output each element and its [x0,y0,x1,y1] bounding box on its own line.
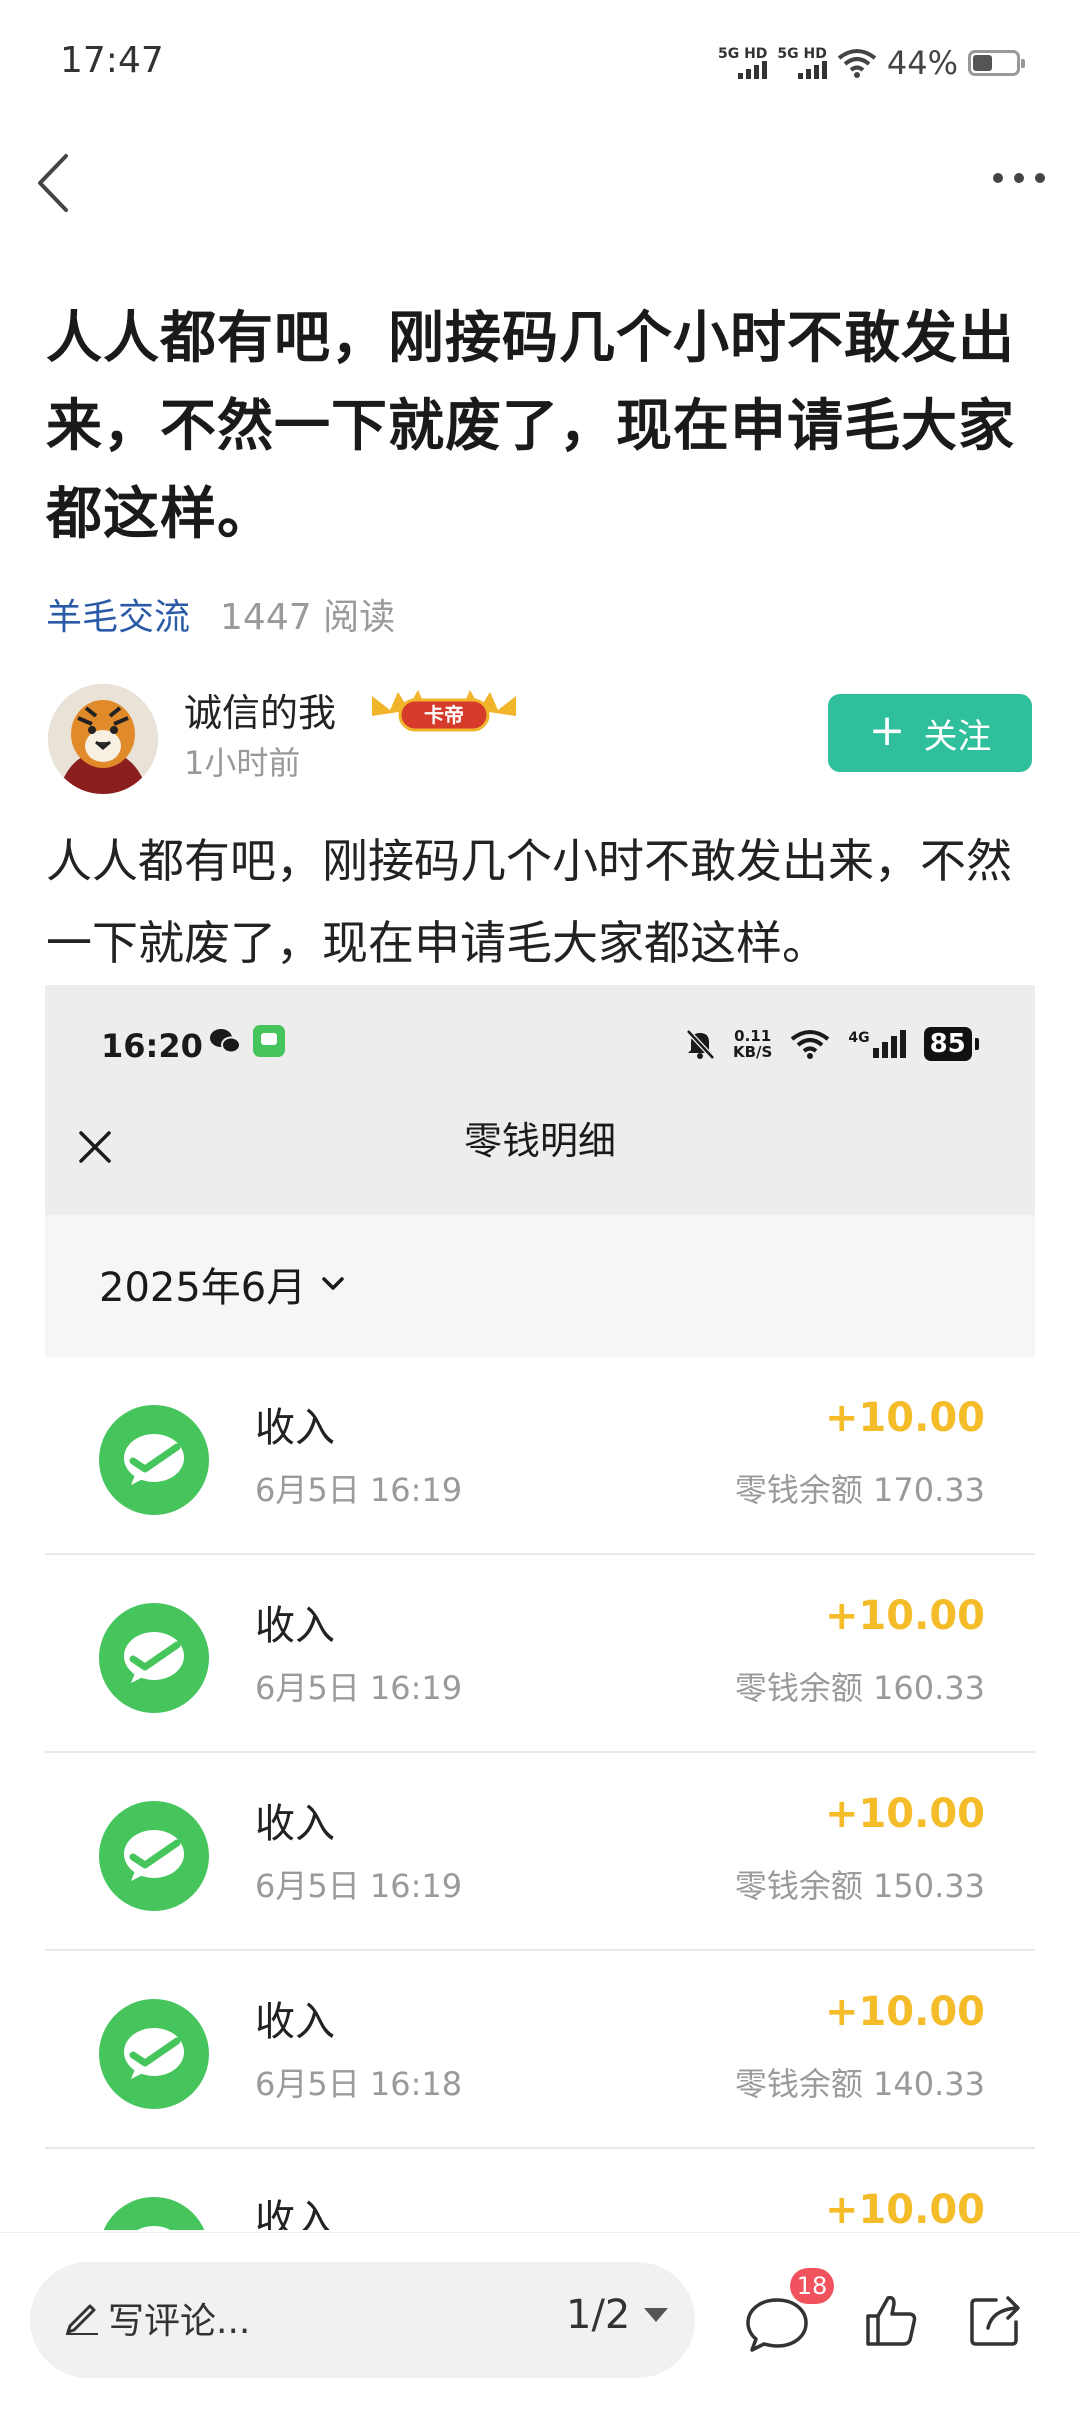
thumbs-up-icon[interactable] [862,2290,922,2350]
back-icon[interactable] [26,148,86,218]
signal-icon: 5G HD [777,47,827,79]
wechat-pay-icon [99,2197,209,2230]
avatar[interactable] [48,684,158,794]
wechat-pay-icon [99,1603,209,1713]
transaction-date: 6月5日 16:19 [255,1669,463,1707]
transaction-label: 收入 [255,1405,335,1451]
screenshot-title: 零钱明细 [463,1119,616,1163]
screenshot-battery: 85 [923,1027,979,1061]
wechat-icon [210,1029,241,1054]
post-body: 人人都有吧，刚接码几个小时不敢发出来，不然一下就废了，现在申请毛大家都这样。 [46,834,1012,970]
transaction-date: 6月5日 16:19 [255,1471,463,1509]
wifi-icon [837,49,877,78]
transaction-amount: +10.00 [824,1593,985,1639]
transaction-balance: 零钱余额 140.33 [734,2065,985,2103]
transaction-amount: +10.00 [824,1395,985,1441]
status-time: 17:47 [60,40,164,81]
transaction-label: 收入 [255,1603,335,1649]
wechat-pay-icon [99,1801,209,1911]
message-icon [253,1025,285,1057]
more-icon[interactable] [984,158,1054,198]
wechat-pay-icon [99,1405,209,1515]
plus-icon: + [868,705,906,756]
read-count: 1447 阅读 [220,597,396,638]
transaction-row: 收入 6月5日 16:18 +10.00 零钱余额 140.33 [45,1951,1035,2149]
screenshot-status-right: 0.11 KB/S 4G 85 [685,1021,979,1067]
transaction-date: 6月5日 16:19 [255,1867,463,1905]
transaction-amount: +10.00 [824,2187,985,2230]
signal-icon: 5G HD [718,47,768,79]
author-name[interactable]: 诚信的我 [184,682,336,737]
screenshot-header [45,985,1035,1215]
screenshot-time: 16:20 [101,1027,203,1065]
follow-button[interactable]: + 关注 [828,694,1032,772]
mute-icon [686,1029,715,1060]
transaction-amount: +10.00 [824,1989,985,2035]
share-icon[interactable] [966,2290,1026,2350]
transaction-label: 收入 [255,2197,335,2230]
battery-icon [968,50,1025,76]
transaction-balance: 零钱余额 170.33 [734,1471,985,1509]
transaction-row: 收入 6月5日 16:19 +10.00 零钱余额 170.33 [45,1357,1035,1555]
transaction-row: 收入 6月5日 16:19 +10.00 零钱余额 150.33 [45,1753,1035,1951]
transaction-row: 收入 6月5日 16:19 +10.00 零钱余额 160.33 [45,1555,1035,1753]
post-meta: 羊毛交流 1447 阅读 [46,588,395,640]
wechat-pay-icon [99,1999,209,2109]
transaction-balance: 零钱余额 150.33 [734,1867,985,1905]
comment-count-badge: 18 [790,2268,834,2304]
chevron-down-icon [322,1277,344,1290]
wifi-icon [791,1030,830,1059]
comment-icon[interactable] [744,2294,810,2354]
cell-signal-icon: 4G [848,1030,906,1058]
svg-text:卡帝: 卡帝 [424,703,464,727]
transaction-date: 6月5日 16:18 [255,2065,463,2103]
transaction-row: 收入 +10.00 [45,2149,1035,2230]
comment-placeholder: 写评论... [108,2301,251,2342]
dropdown-icon [644,2308,669,2322]
post-title: 人人都有吧，刚接码几个小时不敢发出来，不然一下就废了，现在申请毛大家都这样。 [46,306,1015,547]
network-speed: 0.11 KB/S [733,1027,773,1061]
pen-icon [66,2304,98,2335]
post-time: 1小时前 [184,744,301,782]
post-image[interactable]: 16:20 0.11 KB/S 4G 85 零钱明细 2025年6月 收入 6月… [45,985,1035,2230]
transaction-label: 收入 [255,1801,335,1847]
page-indicator[interactable]: 1/2 [566,2292,669,2338]
month-selector: 2025年6月 [99,1255,346,1313]
circle-link[interactable]: 羊毛交流 [46,588,190,640]
status-indicators: 5G HD 5G HD 44% [718,40,1025,86]
user-badge: 卡帝 [368,686,520,734]
transaction-balance: 零钱余额 160.33 [734,1669,985,1707]
battery-percent: 44% [886,44,958,82]
transaction-amount: +10.00 [824,1791,985,1837]
transaction-label: 收入 [255,1999,335,2045]
